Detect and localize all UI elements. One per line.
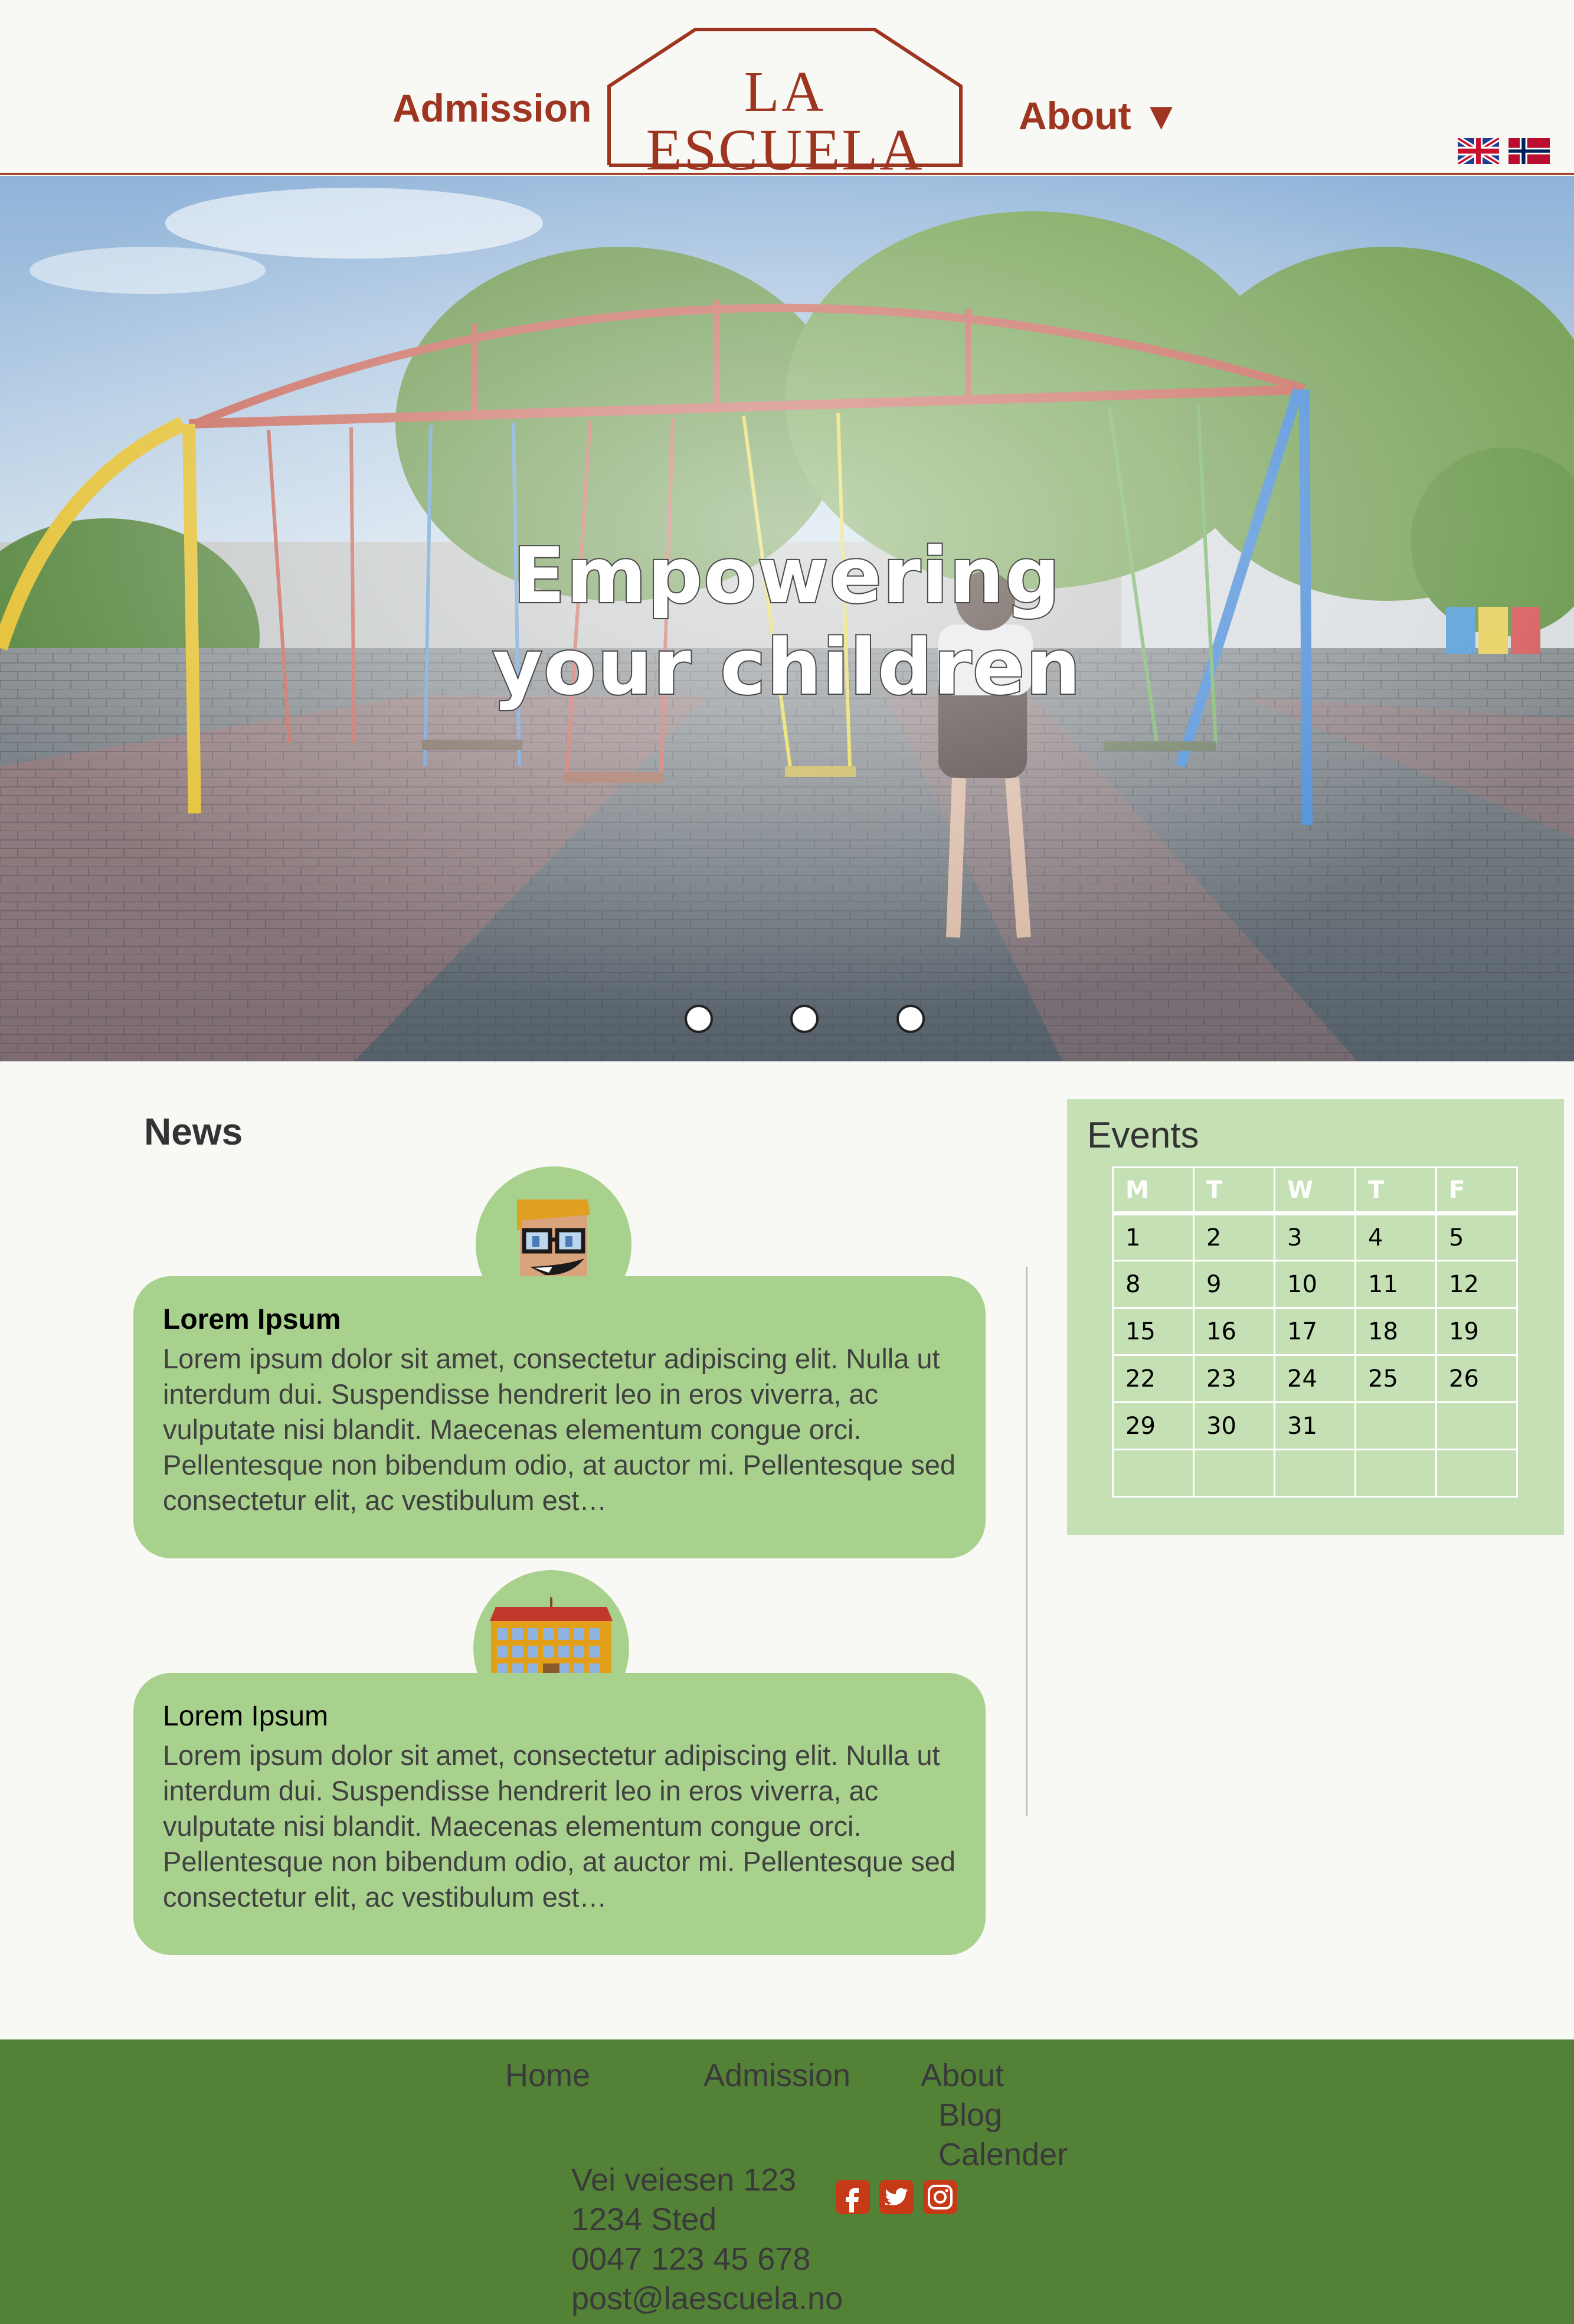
footer-nav-calender[interactable]: Calender xyxy=(938,2136,1068,2173)
calendar-day-cell[interactable]: 24 xyxy=(1274,1354,1356,1403)
section-divider xyxy=(1026,1267,1027,1816)
calendar-day-header: M xyxy=(1112,1166,1195,1215)
carousel-dot-1[interactable] xyxy=(685,1005,713,1033)
calendar-day-cell[interactable]: 26 xyxy=(1435,1354,1518,1403)
calendar-day-cell[interactable]: 9 xyxy=(1193,1260,1275,1309)
news-section-title: News xyxy=(144,1110,243,1153)
calendar-day-cell[interactable]: 2 xyxy=(1193,1212,1275,1261)
nav-admission-link[interactable]: Admission xyxy=(392,86,591,130)
calendar-week-row: 15 16 17 18 19 xyxy=(1112,1307,1518,1356)
calendar-week-row: 8 9 10 11 12 xyxy=(1112,1260,1518,1309)
calendar-day-cell[interactable]: 25 xyxy=(1354,1354,1437,1403)
site-header: Admission LA ESCUELA About ▼ xyxy=(0,0,1574,182)
calendar-day-cell[interactable]: 1 xyxy=(1112,1212,1195,1261)
address-line-2: 1234 Sted xyxy=(571,2202,717,2237)
calendar-day-header: T xyxy=(1354,1166,1437,1215)
events-title: Events xyxy=(1087,1115,1199,1156)
news-card[interactable]: Lorem Ipsum Lorem ipsum dolor sit amet, … xyxy=(133,1276,986,1558)
calendar-day-cell[interactable]: 5 xyxy=(1435,1212,1518,1261)
news-card[interactable]: Lorem Ipsum Lorem ipsum dolor sit amet, … xyxy=(133,1673,986,1955)
carousel-dot-2[interactable] xyxy=(790,1005,819,1033)
phone-number[interactable]: 0047 123 45 678 xyxy=(571,2240,843,2279)
calendar-day-cell[interactable]: 3 xyxy=(1274,1212,1356,1261)
calendar-day-cell[interactable]: 29 xyxy=(1112,1401,1195,1450)
instagram-icon xyxy=(928,2185,953,2209)
norway-flag-icon[interactable] xyxy=(1508,138,1550,164)
events-calendar: M T W T F 1 2 3 4 5 8 9 10 11 12 15 16 1… xyxy=(1112,1166,1518,1498)
site-footer: Home Admission About Blog Calender Vei v… xyxy=(0,2039,1574,2324)
hero-headline-line-2: your children xyxy=(491,621,1082,713)
news-card-heading: Lorem Ipsum xyxy=(163,1304,341,1335)
instagram-button[interactable] xyxy=(923,2180,957,2214)
calendar-week-row: 22 23 24 25 26 xyxy=(1112,1354,1518,1403)
calendar-day-cell xyxy=(1354,1449,1437,1498)
nav-about-dropdown[interactable]: About ▼ xyxy=(1019,93,1180,138)
calendar-day-header: F xyxy=(1435,1166,1518,1215)
news-card-body: Lorem ipsum dolor sit amet, consectetur … xyxy=(163,1740,956,1913)
footer-nav-home[interactable]: Home xyxy=(505,2057,590,2094)
calendar-day-header: W xyxy=(1274,1166,1356,1215)
school-logo[interactable]: LA ESCUELA xyxy=(607,27,963,182)
calendar-day-cell[interactable]: 31 xyxy=(1274,1401,1356,1450)
footer-nav-blog[interactable]: Blog xyxy=(938,2097,1002,2133)
calendar-day-cell xyxy=(1193,1449,1275,1498)
facebook-icon xyxy=(846,2188,859,2212)
calendar-day-cell[interactable]: 17 xyxy=(1274,1307,1356,1356)
footer-nav-about[interactable]: About xyxy=(921,2057,1004,2094)
calendar-week-row xyxy=(1112,1449,1518,1498)
calendar-day-cell[interactable]: 11 xyxy=(1354,1260,1437,1309)
calendar-day-cell[interactable]: 30 xyxy=(1193,1401,1275,1450)
events-panel: Events M T W T F 1 2 3 4 5 8 9 10 11 12 … xyxy=(1067,1099,1564,1535)
logo-text-escuela: ESCUELA xyxy=(646,117,924,182)
calendar-day-cell[interactable]: 23 xyxy=(1193,1354,1275,1403)
calendar-day-cell xyxy=(1435,1401,1518,1450)
news-card-body: Lorem ipsum dolor sit amet, consectetur … xyxy=(163,1343,956,1516)
calendar-day-cell[interactable]: 10 xyxy=(1274,1260,1356,1309)
news-card-heading: Lorem Ipsum xyxy=(163,1701,329,1732)
calendar-day-cell xyxy=(1354,1401,1437,1450)
calendar-day-cell[interactable]: 12 xyxy=(1435,1260,1518,1309)
calendar-day-cell xyxy=(1435,1449,1518,1498)
calendar-day-cell[interactable]: 16 xyxy=(1193,1307,1275,1356)
calendar-day-cell[interactable]: 19 xyxy=(1435,1307,1518,1356)
hero-headline-line-1: Empowering xyxy=(512,529,1062,622)
calendar-day-cell[interactable]: 15 xyxy=(1112,1307,1195,1356)
facebook-button[interactable] xyxy=(836,2180,870,2214)
twitter-icon xyxy=(885,2188,908,2205)
email-link[interactable]: post@laescuela.no xyxy=(571,2279,843,2319)
contact-info: Vei veiesen 123 1234 Sted 0047 123 45 67… xyxy=(571,2160,843,2319)
calendar-day-cell[interactable]: 8 xyxy=(1112,1260,1195,1309)
carousel-dot-3[interactable] xyxy=(896,1005,925,1033)
uk-flag-icon[interactable] xyxy=(1458,138,1499,164)
hero-headline: Empowering your children xyxy=(0,529,1574,713)
hero-carousel: Empowering your children xyxy=(0,176,1574,1061)
calendar-week-row: 29 30 31 xyxy=(1112,1401,1518,1450)
footer-nav-admission[interactable]: Admission xyxy=(703,2057,850,2094)
address-line-1: Vei veiesen 123 xyxy=(571,2162,797,2198)
calendar-week-row: 1 2 3 4 5 xyxy=(1112,1212,1518,1261)
calendar-day-cell[interactable]: 22 xyxy=(1112,1354,1195,1403)
calendar-day-cell[interactable]: 18 xyxy=(1354,1307,1437,1356)
calendar-day-header: T xyxy=(1193,1166,1275,1215)
twitter-button[interactable] xyxy=(879,2180,914,2214)
calendar-day-cell[interactable]: 4 xyxy=(1354,1212,1437,1261)
calendar-day-cell xyxy=(1112,1449,1195,1498)
calendar-day-cell xyxy=(1274,1449,1356,1498)
